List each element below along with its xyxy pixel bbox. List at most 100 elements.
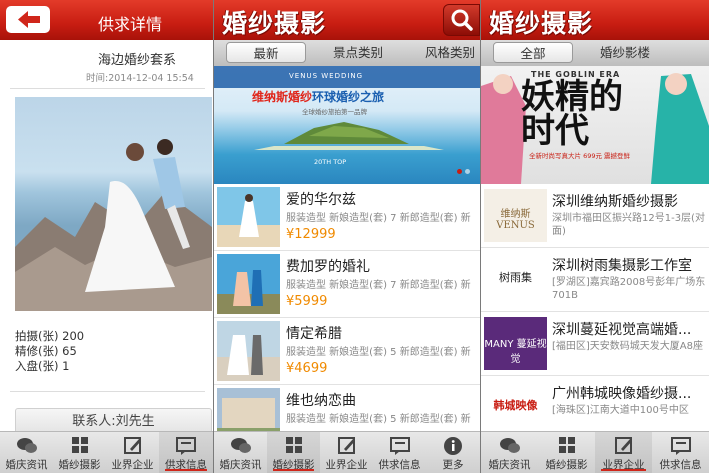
chat-bubbles-icon xyxy=(499,438,520,453)
list-item[interactable]: 情定希腊 服装造型 新娘造型(套) 5 新郎造型(套) 新 ¥4699 xyxy=(214,318,480,385)
bottom-nav: 婚庆资讯 婚纱摄影 业界企业 供求信息 xyxy=(481,431,709,473)
banner-title: 维纳斯婚纱环球婚纱之旅 xyxy=(252,90,385,104)
item-desc: 服装造型 新娘造型(套) 7 新郎造型(套) 新 xyxy=(286,213,471,224)
item-desc: 服装造型 新娘造型(套) 5 新郎造型(套) 新 xyxy=(286,414,471,425)
companies-screen: 婚纱摄影 全部 婚纱影楼 THE GOBLIN ERA 妖精的 时代 全新时尚写真… xyxy=(481,0,709,473)
divider xyxy=(10,88,205,89)
nav-supply[interactable]: 供求信息 xyxy=(652,432,709,473)
nav-photography[interactable]: 婚纱摄影 xyxy=(53,432,106,473)
screens-collage: 供求详情 海边婚纱套系 时间:2014-12-04 15:54 拍摄(张) 20… xyxy=(0,0,709,473)
nav-news[interactable]: 婚庆资讯 xyxy=(481,432,538,473)
page-title: 供求详情 xyxy=(98,15,163,34)
info-icon xyxy=(444,437,462,455)
carousel-dots xyxy=(454,159,470,178)
item-thumbnail xyxy=(217,187,280,247)
item-price: ¥4699 xyxy=(286,361,328,376)
nav-companies[interactable]: 业界企业 xyxy=(595,432,652,473)
message-icon xyxy=(389,437,410,455)
tab-studios[interactable]: 婚纱影楼 xyxy=(585,40,665,66)
nav-news[interactable]: 婚庆资讯 xyxy=(0,432,53,473)
studio-logo: 维纳斯 VENUS xyxy=(484,189,547,242)
brand-title: 婚纱摄影 xyxy=(489,9,594,38)
message-icon xyxy=(176,437,196,455)
studio-name: 深圳维纳斯婚纱摄影 xyxy=(552,194,678,210)
spec-retouch-count: 精修(张) 65 xyxy=(15,344,77,358)
tab-latest[interactable]: 最新 xyxy=(226,42,306,63)
divider xyxy=(10,391,205,392)
studio-name: 广州韩城映像婚纱摄... xyxy=(552,386,692,402)
banner-foot: 20TH TOP xyxy=(314,158,347,166)
list-item[interactable]: 树雨集 深圳树雨集摄影工作室 [罗湖区]嘉宾路2008号彭年广场东701B xyxy=(481,248,709,312)
studio-address: 深圳市福田区振兴路12号1-3层(对面) xyxy=(552,213,705,237)
grid-icon xyxy=(71,437,88,453)
message-icon xyxy=(670,437,691,455)
tab-all[interactable]: 全部 xyxy=(493,42,573,63)
promo-banner[interactable]: VENUS WEDDING 维纳斯婚纱环球婚纱之旅 全球婚纱旅拍第一品牌 20T… xyxy=(214,66,480,184)
nav-supply[interactable]: 供求信息 xyxy=(373,432,426,473)
studio-logo: MANY 蔓延视觉 xyxy=(484,317,547,370)
nav-supply[interactable]: 供求信息 xyxy=(159,432,213,473)
studio-name: 深圳树雨集摄影工作室 xyxy=(552,258,692,274)
list-item[interactable]: 爱的华尔兹 服装造型 新娘造型(套) 7 新郎造型(套) 新 ¥12999 xyxy=(214,184,480,251)
arrow-left-icon xyxy=(18,11,40,28)
chat-bubbles-icon xyxy=(16,438,37,453)
bottom-nav: 婚庆资讯 婚纱摄影 业界企业 供求信息 xyxy=(0,431,213,473)
promo-banner[interactable]: THE GOBLIN ERA 妖精的 时代 全新时尚写真大片 699元 震撼登鲜 xyxy=(481,66,709,184)
nav-companies[interactable]: 业界企业 xyxy=(106,432,159,473)
nav-news[interactable]: 婚庆资讯 xyxy=(214,432,267,473)
banner-subtitle: 全新时尚写真大片 699元 震撼登鲜 xyxy=(529,152,631,160)
island-illustration xyxy=(214,66,480,150)
studio-address: [海珠区]江南大道中100号中区 xyxy=(552,405,689,416)
list-item[interactable]: MANY 蔓延视觉 深圳蔓延视觉高端婚... [福田区]天安数码城天发大厦A8座 xyxy=(481,312,709,376)
item-price: ¥5999 xyxy=(286,294,328,309)
item-title: 维也纳恋曲 xyxy=(286,393,356,409)
list-item[interactable]: 维纳斯 VENUS 深圳维纳斯婚纱摄影 深圳市福田区振兴路12号1-3层(对面) xyxy=(481,184,709,248)
edit-icon xyxy=(614,437,632,454)
banner-kicker: VENUS WEDDING xyxy=(289,72,364,80)
studio-name: 深圳蔓延视觉高端婚... xyxy=(552,322,692,338)
carousel-dot[interactable] xyxy=(457,169,462,174)
category-tabs: 最新 景点类别 风格类别 xyxy=(214,40,480,66)
item-title: 爱的华尔兹 xyxy=(286,192,356,208)
tab-style[interactable]: 风格类别 xyxy=(410,40,480,66)
search-icon xyxy=(451,9,473,31)
nav-photography[interactable]: 婚纱摄影 xyxy=(538,432,595,473)
item-desc: 服装造型 新娘造型(套) 5 新郎造型(套) 新 xyxy=(286,347,471,358)
spec-disc-count: 入盘(张) 1 xyxy=(15,359,70,373)
banner-headline: 妖精的 时代 xyxy=(521,77,623,151)
photography-list-screen: 婚纱摄影 最新 景点类别 风格类别 VENUS WEDDING 维纳斯婚纱环球婚… xyxy=(214,0,480,473)
wedding-photo-illustration xyxy=(15,139,212,311)
tab-scenic[interactable]: 景点类别 xyxy=(318,40,398,66)
nav-companies[interactable]: 业界企业 xyxy=(320,432,373,473)
item-price: ¥12999 xyxy=(286,227,336,242)
edit-icon xyxy=(123,437,141,454)
nav-photography[interactable]: 婚纱摄影 xyxy=(267,432,320,473)
item-title: 情定希腊 xyxy=(286,326,342,342)
chat-bubbles-icon xyxy=(230,438,251,453)
grid-icon xyxy=(285,437,302,453)
post-time: 时间:2014-12-04 15:54 xyxy=(86,73,194,84)
grid-icon xyxy=(558,437,575,453)
banner-subtitle: 全球婚纱旅拍第一品牌 xyxy=(302,108,367,116)
studio-logo: 树雨集 xyxy=(484,253,547,306)
carousel-dot[interactable] xyxy=(465,169,470,174)
brand-title: 婚纱摄影 xyxy=(222,9,327,38)
bottom-nav: 婚庆资讯 婚纱摄影 业界企业 供求信息 更多 xyxy=(214,431,480,473)
back-button[interactable] xyxy=(6,6,50,33)
companies-header: 婚纱摄影 xyxy=(481,0,709,40)
edit-icon xyxy=(337,437,355,454)
detail-header: 供求详情 xyxy=(0,0,213,40)
package-photo[interactable] xyxy=(15,97,212,311)
package-title: 海边婚纱套系 xyxy=(98,53,177,68)
studio-address: [罗湖区]嘉宾路2008号彭年广场东701B xyxy=(552,277,706,301)
item-thumbnail xyxy=(217,254,280,314)
list-item[interactable]: 费加罗的婚礼 服装造型 新娘造型(套) 7 新郎造型(套) 新 ¥5999 xyxy=(214,251,480,318)
search-button[interactable] xyxy=(443,4,480,36)
list-header: 婚纱摄影 xyxy=(214,0,480,40)
item-desc: 服装造型 新娘造型(套) 7 新郎造型(套) 新 xyxy=(286,280,471,291)
detail-screen: 供求详情 海边婚纱套系 时间:2014-12-04 15:54 拍摄(张) 20… xyxy=(0,0,213,473)
studio-address: [福田区]天安数码城天发大厦A8座 xyxy=(552,341,704,352)
company-tabs: 全部 婚纱影楼 xyxy=(481,40,709,66)
spec-shoot-count: 拍摄(张) 200 xyxy=(15,329,85,343)
nav-more[interactable]: 更多 xyxy=(426,432,480,473)
